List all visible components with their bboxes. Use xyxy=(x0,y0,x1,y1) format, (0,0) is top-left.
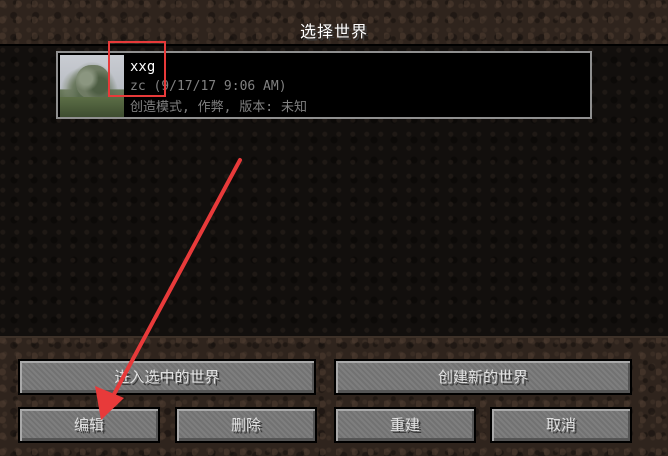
world-thumbnail-image xyxy=(60,55,124,117)
cancel-button[interactable]: 取消 xyxy=(490,407,632,443)
recreate-button[interactable]: 重建 xyxy=(334,407,476,443)
edit-button[interactable]: 编辑 xyxy=(18,407,160,443)
world-list-item[interactable]: xxg zc (9/17/17 9:06 AM) 创造模式, 作弊, 版本: 未… xyxy=(56,51,592,119)
play-selected-world-button[interactable]: 进入选中的世界 xyxy=(18,359,316,395)
delete-button[interactable]: 删除 xyxy=(175,407,317,443)
world-mode-info: 创造模式, 作弊, 版本: 未知 xyxy=(130,100,307,115)
world-name: xxg xyxy=(130,59,156,75)
grass-image xyxy=(60,97,124,117)
tree-image xyxy=(76,65,110,99)
world-meta: zc (9/17/17 9:06 AM) xyxy=(130,79,287,94)
screen-title: 选择世界 xyxy=(299,22,368,41)
create-new-world-button[interactable]: 创建新的世界 xyxy=(334,359,632,395)
